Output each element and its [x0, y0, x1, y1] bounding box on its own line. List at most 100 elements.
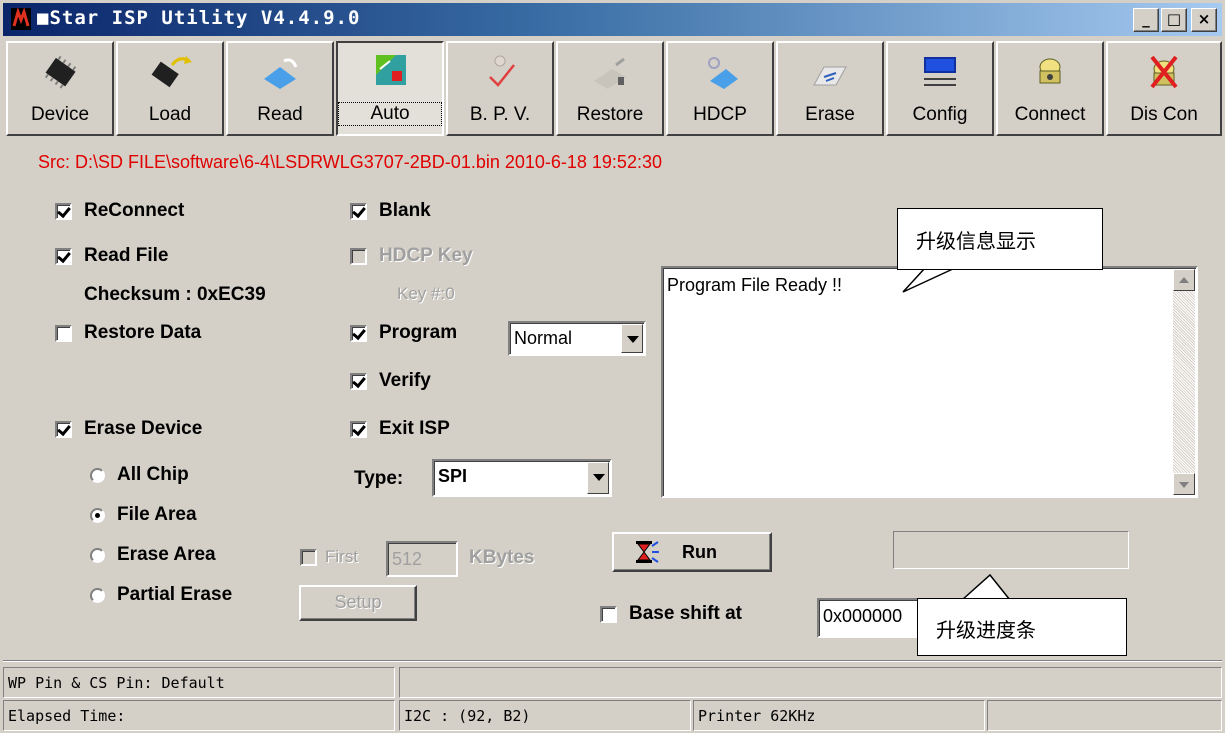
radio-dot — [90, 547, 105, 563]
radio-dot — [90, 467, 105, 483]
exit-isp-checkbox[interactable]: Exit ISP — [350, 418, 450, 440]
checkbox-box — [55, 202, 72, 220]
blank-label: Blank — [379, 200, 431, 221]
reconnect-checkbox[interactable]: ReConnect — [55, 200, 184, 222]
app-icon — [11, 8, 31, 30]
status-row-2: Elapsed Time: I2C : (92, B2) Printer 62K… — [3, 700, 1222, 731]
config-button[interactable]: Config — [886, 41, 994, 136]
first-kbytes-input[interactable]: 512 — [386, 541, 458, 577]
base-shift-input[interactable]: 0x000000 — [817, 598, 927, 638]
erase-label: Erase — [805, 104, 855, 125]
all-chip-label: All Chip — [117, 464, 189, 485]
restore-button[interactable]: Restore — [556, 41, 664, 136]
isp-utility-window: ■Star ISP Utility V4.4.9.0 _ □ × Device … — [0, 0, 1225, 733]
chevron-down-icon[interactable] — [587, 462, 609, 494]
auto-icon — [376, 55, 406, 85]
i2c-status: I2C : (92, B2) — [399, 700, 691, 731]
checkbox-box — [350, 372, 367, 390]
toolbar: Device Load Read Auto B. P. V. Restore H… — [6, 41, 1222, 138]
first-checkbox[interactable]: First — [300, 547, 358, 567]
setup-button[interactable]: Setup — [299, 585, 417, 621]
hdcp-key-label: HDCP Key — [379, 245, 473, 266]
program-label: Program — [379, 322, 458, 343]
wp-cs-pin-status: WP Pin & CS Pin: Default — [3, 667, 395, 698]
connect-label: Connect — [1014, 104, 1086, 125]
read-file-checkbox[interactable]: Read File — [55, 245, 168, 267]
kbytes-label: KBytes — [469, 547, 535, 568]
partial-erase-radio[interactable]: Partial Erase — [90, 584, 232, 606]
chip-load-icon — [151, 56, 192, 88]
erase-button[interactable]: Erase — [776, 41, 884, 136]
exit-isp-label: Exit ISP — [379, 418, 450, 439]
title-bar[interactable]: ■Star ISP Utility V4.4.9.0 _ □ × — [3, 3, 1222, 36]
base-shift-label: Base shift at — [629, 603, 742, 624]
restore-data-label: Restore Data — [84, 322, 202, 343]
load-button[interactable]: Load — [116, 41, 224, 136]
disconnect-label: Dis Con — [1130, 104, 1198, 125]
device-button[interactable]: Device — [6, 41, 114, 136]
progress-bar — [893, 531, 1129, 569]
erase-device-label: Erase Device — [84, 418, 203, 439]
config-icon — [924, 57, 956, 86]
hourglass-icon — [636, 541, 659, 563]
maximize-button[interactable]: □ — [1161, 8, 1187, 32]
bpv-label: B. P. V. — [469, 104, 531, 125]
checkbox-box — [350, 420, 367, 438]
verify-label: Verify — [379, 370, 431, 391]
chip-icon — [44, 55, 77, 89]
type-value: SPI — [438, 466, 468, 486]
scroll-down-icon[interactable] — [1173, 473, 1195, 495]
info-display-callout: 升级信息显示 — [897, 208, 1103, 270]
hdcp-button[interactable]: HDCP — [666, 41, 774, 136]
program-checkbox[interactable]: Program — [350, 322, 457, 344]
restore-data-checkbox[interactable]: Restore Data — [55, 322, 201, 344]
type-select[interactable]: SPI — [432, 459, 612, 497]
checkbox-box — [55, 420, 72, 438]
blank-checkbox[interactable]: Blank — [350, 200, 431, 222]
source-file-path: Src: D:\SD FILE\software\6-4\LSDRWLG3707… — [38, 152, 662, 172]
hdcp-icon — [708, 57, 738, 89]
phone-icon — [1039, 58, 1061, 84]
erase-device-checkbox[interactable]: Erase Device — [55, 418, 202, 440]
bpv-button[interactable]: B. P. V. — [446, 41, 554, 136]
connect-button[interactable]: Connect — [996, 41, 1104, 136]
type-label: Type: — [354, 468, 404, 489]
read-button[interactable]: Read — [226, 41, 334, 136]
radio-dot — [90, 507, 105, 523]
printer-status: Printer 62KHz — [693, 700, 985, 731]
scroll-up-icon[interactable] — [1173, 269, 1195, 291]
chevron-down-icon[interactable] — [621, 324, 643, 353]
hdcp-label: HDCP — [693, 104, 747, 125]
read-file-label: Read File — [84, 245, 169, 266]
status-divider — [3, 660, 1222, 662]
vertical-scrollbar[interactable] — [1173, 269, 1195, 495]
checksum-text: Checksum : 0xEC39 — [84, 284, 266, 305]
base-shift-checkbox[interactable]: Base shift at — [600, 603, 742, 625]
radio-dot — [90, 587, 105, 603]
run-button[interactable]: Run — [612, 532, 772, 572]
status-empty — [399, 667, 1222, 698]
auto-button[interactable]: Auto — [336, 41, 444, 136]
message-log[interactable]: Program File Ready !! — [661, 266, 1198, 498]
restore-label: Restore — [576, 104, 644, 125]
device-label: Device — [30, 104, 90, 125]
checkbox-box — [300, 548, 317, 566]
disconnect-button[interactable]: Dis Con — [1106, 41, 1222, 136]
checkbox-box — [55, 247, 72, 265]
partial-erase-label: Partial Erase — [117, 584, 233, 605]
program-mode-select[interactable]: Normal — [508, 321, 646, 356]
verify-checkbox[interactable]: Verify — [350, 370, 431, 392]
bpv-icon — [489, 55, 515, 87]
config-label: Config — [912, 104, 968, 125]
checkbox-box — [350, 324, 367, 342]
reconnect-label: ReConnect — [84, 200, 185, 221]
erase-area-radio[interactable]: Erase Area — [90, 544, 216, 566]
checkbox-box — [350, 202, 367, 220]
read-label: Read — [257, 104, 303, 125]
file-area-radio[interactable]: File Area — [90, 504, 197, 526]
close-button[interactable]: × — [1191, 8, 1217, 32]
minimize-button[interactable]: _ — [1133, 8, 1159, 32]
hdcp-key-checkbox[interactable]: HDCP Key — [350, 245, 473, 267]
disconnect-icon — [1150, 55, 1178, 89]
all-chip-radio[interactable]: All Chip — [90, 464, 189, 486]
